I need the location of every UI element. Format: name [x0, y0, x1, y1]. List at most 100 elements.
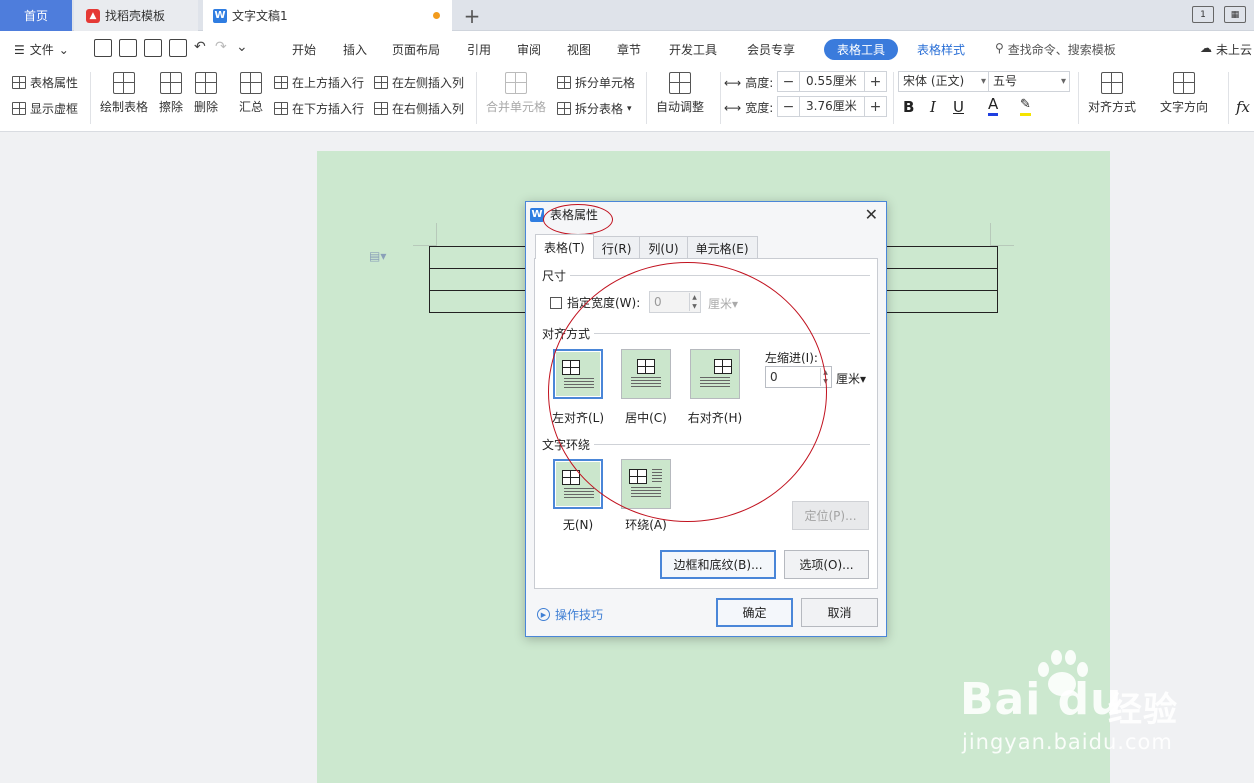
insert-row-above-label: 在上方插入行	[292, 76, 365, 90]
menu-table-style[interactable]: 表格样式	[917, 41, 965, 58]
ribbon-divider	[1228, 72, 1229, 124]
baidu-jingyan-watermark: Bai du 经验 jingyan.baidu.com	[960, 648, 1190, 758]
cancel-button[interactable]: 取消	[801, 598, 878, 627]
cloud-icon: ☁	[1200, 41, 1212, 55]
tab-document[interactable]: W 文字文稿1	[203, 0, 452, 31]
watermark-logo-text: Bai du	[960, 674, 1123, 725]
command-search-label: 查找命令、搜索模板	[1007, 43, 1116, 57]
summary-button[interactable]: 汇总	[239, 72, 263, 115]
row-height-value[interactable]: 0.55厘米	[799, 72, 865, 91]
underline-button[interactable]: U	[953, 98, 964, 116]
split-cell-button[interactable]: 拆分单元格	[557, 74, 635, 91]
erase-button[interactable]: 擦除	[159, 72, 183, 115]
decrease-width-button[interactable]: −	[778, 97, 799, 116]
grid-view-button[interactable]: ▦	[1224, 6, 1246, 23]
menu-member[interactable]: 会员专享	[747, 41, 795, 58]
menu-table-tools[interactable]: 表格工具	[824, 39, 898, 60]
increase-width-button[interactable]: +	[865, 97, 886, 116]
bold-button[interactable]: B	[903, 98, 914, 116]
new-tab-button[interactable]: +	[458, 0, 486, 31]
ribbon-divider	[476, 72, 477, 124]
split-cell-icon	[557, 76, 571, 89]
table-properties-button[interactable]: 表格属性	[12, 74, 78, 91]
redo-icon[interactable]: ↷	[215, 39, 229, 57]
tab-row[interactable]: 行(R)	[592, 236, 641, 259]
delete-button[interactable]: 删除	[194, 72, 218, 115]
position-button[interactable]: 定位(P)...	[792, 501, 869, 530]
tab-template[interactable]: ▲ 找稻壳模板	[74, 0, 198, 31]
chevron-down-icon: ⌄	[58, 42, 69, 57]
menu-chapter[interactable]: 章节	[617, 41, 641, 58]
italic-button[interactable]: I	[930, 98, 936, 116]
chevron-down-icon: ▾	[627, 103, 632, 114]
erase-label: 擦除	[159, 100, 184, 114]
menu-developer[interactable]: 开发工具	[669, 41, 717, 58]
row-height-stepper[interactable]: − 0.55厘米 +	[777, 71, 887, 92]
formula-button[interactable]: fx	[1236, 98, 1250, 116]
col-width-icon: ⟷	[724, 100, 742, 115]
alignment-button[interactable]: 对齐方式	[1088, 72, 1136, 115]
tab-table[interactable]: 表格(T)	[535, 234, 594, 259]
auto-fit-button[interactable]: 自动调整	[656, 72, 704, 115]
draw-table-button[interactable]: 绘制表格	[100, 72, 148, 115]
margin-mark	[990, 223, 991, 246]
borders-shading-button[interactable]: 边框和底纹(B)...	[660, 550, 776, 579]
decrease-height-button[interactable]: −	[778, 72, 799, 91]
summary-label: 汇总	[239, 100, 264, 114]
file-menu[interactable]: ☰ 文件 ⌄	[14, 41, 69, 58]
cloud-status[interactable]: ☁ 未上云	[1200, 41, 1252, 58]
options-button[interactable]: 选项(O)...	[784, 550, 869, 579]
tab-home-label: 首页	[23, 9, 48, 23]
col-width-stepper[interactable]: − 3.76厘米 +	[777, 96, 887, 117]
save-icon[interactable]	[94, 39, 112, 57]
tab-cell[interactable]: 单元格(E)	[686, 236, 758, 259]
alignment-label: 对齐方式	[1088, 100, 1137, 114]
menu-page-layout[interactable]: 页面布局	[392, 41, 440, 58]
menu-home[interactable]: 开始	[292, 41, 316, 58]
insert-col-left-button[interactable]: 在左侧插入列	[374, 74, 464, 91]
print-preview-icon[interactable]	[169, 39, 187, 57]
tab-home[interactable]: 首页	[0, 0, 72, 31]
ribbon-divider	[1078, 72, 1079, 124]
col-width-value[interactable]: 3.76厘米	[799, 97, 865, 116]
tab-column[interactable]: 列(U)	[639, 236, 688, 259]
left-indent-unit[interactable]: 厘米▾	[836, 370, 866, 387]
text-direction-button[interactable]: 文字方向	[1160, 72, 1208, 115]
eraser-icon	[160, 72, 182, 94]
font-size-select[interactable]: 五号	[988, 71, 1070, 92]
split-table-button[interactable]: 拆分表格 ▾	[557, 100, 632, 117]
size-group-text: 尺寸	[542, 269, 567, 283]
insert-row-below-button[interactable]: 在下方插入行	[274, 100, 364, 117]
ok-button[interactable]: 确定	[716, 598, 793, 627]
print-icon[interactable]	[144, 39, 162, 57]
command-search[interactable]: ⚲ 查找命令、搜索模板	[995, 41, 1116, 58]
merge-cells-button[interactable]: 合并单元格	[486, 72, 546, 115]
increase-height-button[interactable]: +	[865, 72, 886, 91]
quick-access-more-icon[interactable]: ⌄	[236, 39, 250, 57]
export-pdf-icon[interactable]	[119, 39, 137, 57]
checkbox-box	[550, 296, 562, 309]
font-family-select[interactable]: 宋体 (正文)	[898, 71, 990, 92]
menu-bar: ☰ 文件 ⌄ ↶ ↷ ⌄ 开始 插入 页面布局 引用 审阅 视图 章节 开发工具…	[0, 31, 1254, 66]
insert-row-above-button[interactable]: 在上方插入行	[274, 74, 364, 91]
tips-link[interactable]: ▶ 操作技巧	[537, 606, 603, 623]
annotation-ellipse-options	[548, 262, 827, 522]
menu-review[interactable]: 审阅	[517, 41, 541, 58]
font-color-button[interactable]: A	[988, 96, 999, 116]
restore-window-button[interactable]: 1	[1192, 6, 1214, 23]
close-icon[interactable]: ✕	[865, 205, 878, 224]
highlight-icon[interactable]: ✎	[1020, 97, 1031, 116]
menu-insert[interactable]: 插入	[343, 41, 367, 58]
watermark-url: jingyan.baidu.com	[962, 730, 1173, 754]
row-height-text: 高度:	[745, 76, 774, 90]
undo-icon[interactable]: ↶	[194, 39, 208, 57]
menu-view[interactable]: 视图	[567, 41, 591, 58]
show-gridlines-button[interactable]: 显示虚框	[12, 100, 78, 117]
alignment-icon	[1101, 72, 1123, 94]
plus-icon: +	[463, 3, 481, 28]
wrap-none-label: 无(N)	[562, 518, 594, 532]
paragraph-handle-icon[interactable]: ▤▾	[369, 249, 386, 263]
quick-access-toolbar: ↶ ↷ ⌄	[94, 39, 250, 57]
insert-col-right-button[interactable]: 在右侧插入列	[374, 100, 464, 117]
menu-references[interactable]: 引用	[467, 41, 491, 58]
